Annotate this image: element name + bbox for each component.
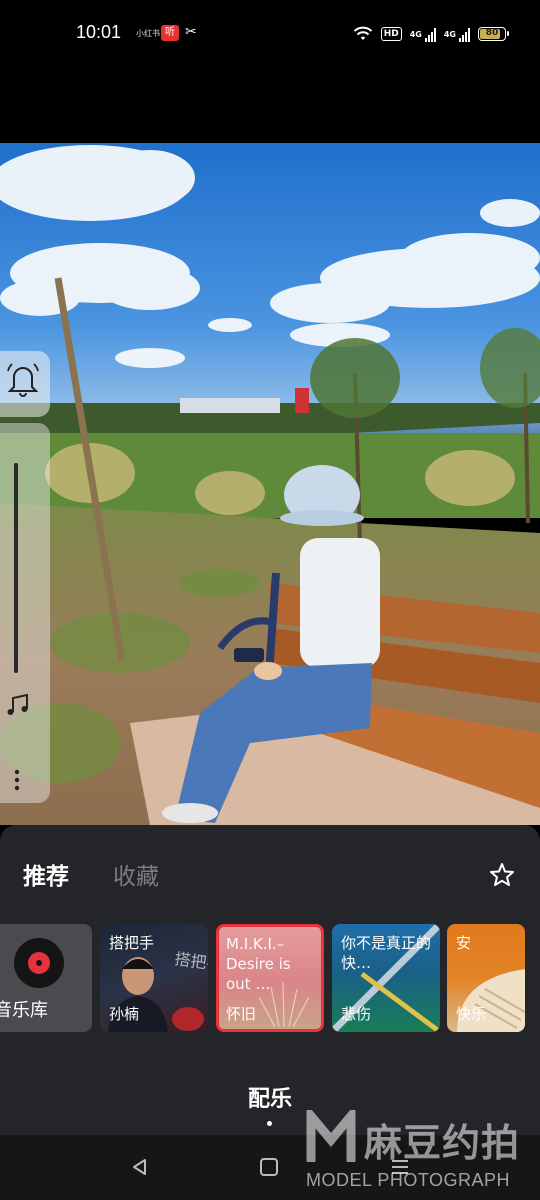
music-picker-sheet: 推荐 收藏 音乐库 搭把手 搭把手 孙楠 M.I.K.I.–Desire is … xyxy=(0,825,540,1135)
signal-bars-icon xyxy=(424,27,436,42)
signal-4g-a: 4G xyxy=(409,27,436,42)
capcut-icon: ✂ xyxy=(185,24,197,40)
music-card-title: 安 xyxy=(456,934,472,952)
reminder-bell-button[interactable] xyxy=(0,351,50,417)
signal-bars-icon xyxy=(459,27,470,42)
wifi-icon xyxy=(353,26,372,40)
music-card-title: 搭把手 xyxy=(109,934,155,952)
music-note-icon[interactable] xyxy=(4,691,32,719)
music-card-list[interactable]: 音乐库 搭把手 搭把手 孙楠 M.I.K.I.–Desire is out … … xyxy=(0,924,540,1032)
soundtrack-tab-label[interactable]: 配乐 xyxy=(0,1081,540,1113)
music-card-tag: 孙楠 xyxy=(109,1005,140,1023)
watermark-brand-cn: 麻豆约拍 xyxy=(364,1121,521,1165)
vinyl-disc-icon xyxy=(14,938,64,988)
music-card[interactable]: 安 快乐 xyxy=(447,924,525,1032)
status-time: 10:01 xyxy=(76,22,122,42)
network-type-label: 4G xyxy=(409,29,422,39)
music-card[interactable]: 你不是真正的快… 悲伤 xyxy=(332,924,440,1032)
more-dots-icon[interactable] xyxy=(14,768,20,792)
ting-app-icon: 听 xyxy=(161,25,179,41)
tab-favorites[interactable]: 收藏 xyxy=(113,857,159,891)
active-indicator-dot xyxy=(267,1121,272,1126)
status-bar: 10:01 小红书 听 ✂ HD 4G 4G 80 xyxy=(0,0,540,66)
watermark-brand-en: MODEL PHOTOGRAPH xyxy=(306,1170,511,1190)
photo-illustration xyxy=(0,143,540,825)
back-triangle-icon[interactable] xyxy=(130,1157,150,1177)
battery-level: 80 xyxy=(485,28,499,38)
music-card-title: M.I.K.I.–Desire is out … xyxy=(226,935,291,993)
network-type-label: 4G xyxy=(443,29,456,39)
signal-4g-b: 4G xyxy=(443,27,470,42)
music-card[interactable]: 搭把手 搭把手 孙楠 xyxy=(100,924,208,1032)
music-card-tag: 悲伤 xyxy=(341,1005,372,1023)
status-right-cluster: HD 4G 4G 80 xyxy=(353,24,509,44)
xiaohongshu-icon: 小红书 xyxy=(136,29,160,38)
tab-recommended[interactable]: 推荐 xyxy=(23,857,69,891)
star-icon[interactable] xyxy=(488,861,516,889)
watermark-logo-icon xyxy=(306,1110,356,1162)
edited-photo[interactable] xyxy=(0,143,540,825)
music-card-tag: 怀旧 xyxy=(226,1005,257,1023)
music-library-card[interactable]: 音乐库 xyxy=(0,924,92,1032)
volume-slider-track[interactable] xyxy=(14,463,18,673)
battery-icon: 80 xyxy=(478,27,509,41)
home-square-icon[interactable] xyxy=(260,1158,278,1176)
music-card-title: 你不是真正的快… xyxy=(341,934,432,972)
music-library-label: 音乐库 xyxy=(0,1000,48,1021)
hd-voice-badge: HD xyxy=(380,27,402,41)
side-volume-panel[interactable] xyxy=(0,423,50,803)
music-card-selected[interactable]: M.I.K.I.–Desire is out … 怀旧 xyxy=(216,924,324,1032)
bell-icon xyxy=(7,363,39,397)
music-card-tag: 快乐 xyxy=(456,1005,487,1023)
